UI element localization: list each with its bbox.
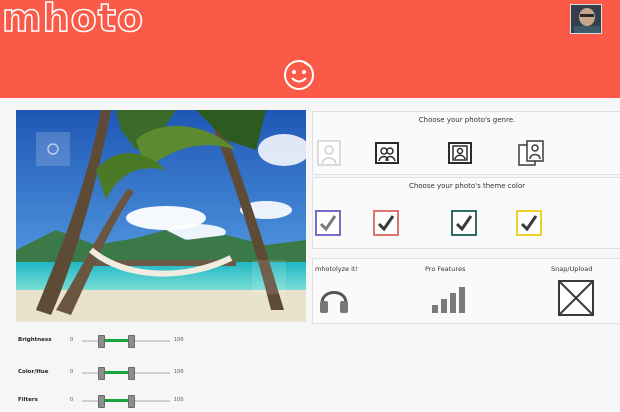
- single-person-icon[interactable]: [317, 140, 341, 166]
- app-logo: mhoto: [1, 0, 145, 41]
- snap-upload-label: Snap/Upload: [551, 265, 593, 273]
- teal-swatch-check-icon[interactable]: [451, 210, 477, 236]
- headphones-icon[interactable]: [317, 281, 351, 315]
- brightness-max: 100: [174, 337, 184, 343]
- genre-panel: Choose your photo's genre.: [312, 111, 620, 175]
- filters-slider-row: Filters 0 100: [16, 394, 306, 408]
- actions-panel: mhotolyze it! Pro Features Snap/Upload: [312, 258, 620, 324]
- app-header: mhoto: [0, 0, 620, 98]
- portrait-frame-icon[interactable]: [448, 142, 472, 164]
- snap-upload-icon[interactable]: [557, 279, 595, 317]
- mhoto-face-icon[interactable]: [282, 58, 316, 92]
- theme-title: Choose your photo's theme color: [408, 182, 526, 190]
- yellow-swatch-check-icon[interactable]: [516, 210, 542, 236]
- red-swatch-check-icon[interactable]: [373, 210, 399, 236]
- brightness-knob-left[interactable]: [98, 335, 105, 348]
- pro-features-label: Pro Features: [425, 265, 466, 273]
- filters-knob-right[interactable]: [128, 395, 135, 408]
- color-hue-min: 0: [70, 369, 74, 375]
- theme-panel: Choose your photo's theme color: [312, 177, 620, 249]
- filters-label: Filters: [18, 397, 38, 403]
- color-hue-knob-right[interactable]: [128, 367, 135, 380]
- user-avatar[interactable]: [570, 4, 602, 34]
- brightness-label: Brightness: [18, 337, 52, 343]
- purple-swatch-check-icon[interactable]: [315, 210, 341, 236]
- filters-knob-left[interactable]: [98, 395, 105, 408]
- analyze-label: mhotolyze it!: [315, 265, 359, 273]
- couple-icon[interactable]: [518, 140, 544, 166]
- genre-title: Choose your photo's genre.: [418, 116, 516, 124]
- color-hue-knob-left[interactable]: [98, 367, 105, 380]
- photo-preview[interactable]: [16, 110, 306, 322]
- brightness-knob-right[interactable]: [128, 335, 135, 348]
- color-hue-label: Color/Hue: [18, 369, 49, 375]
- filters-min: 0: [70, 397, 74, 403]
- filters-max: 100: [174, 397, 184, 403]
- signal-bars-icon[interactable]: [431, 285, 467, 313]
- color-hue-slider-row: Color/Hue 0 100: [16, 366, 306, 380]
- color-hue-max: 100: [174, 369, 184, 375]
- group-portrait-icon[interactable]: [375, 142, 399, 164]
- brightness-slider-row: Brightness 0 100: [16, 334, 306, 348]
- brightness-min: 0: [70, 337, 74, 343]
